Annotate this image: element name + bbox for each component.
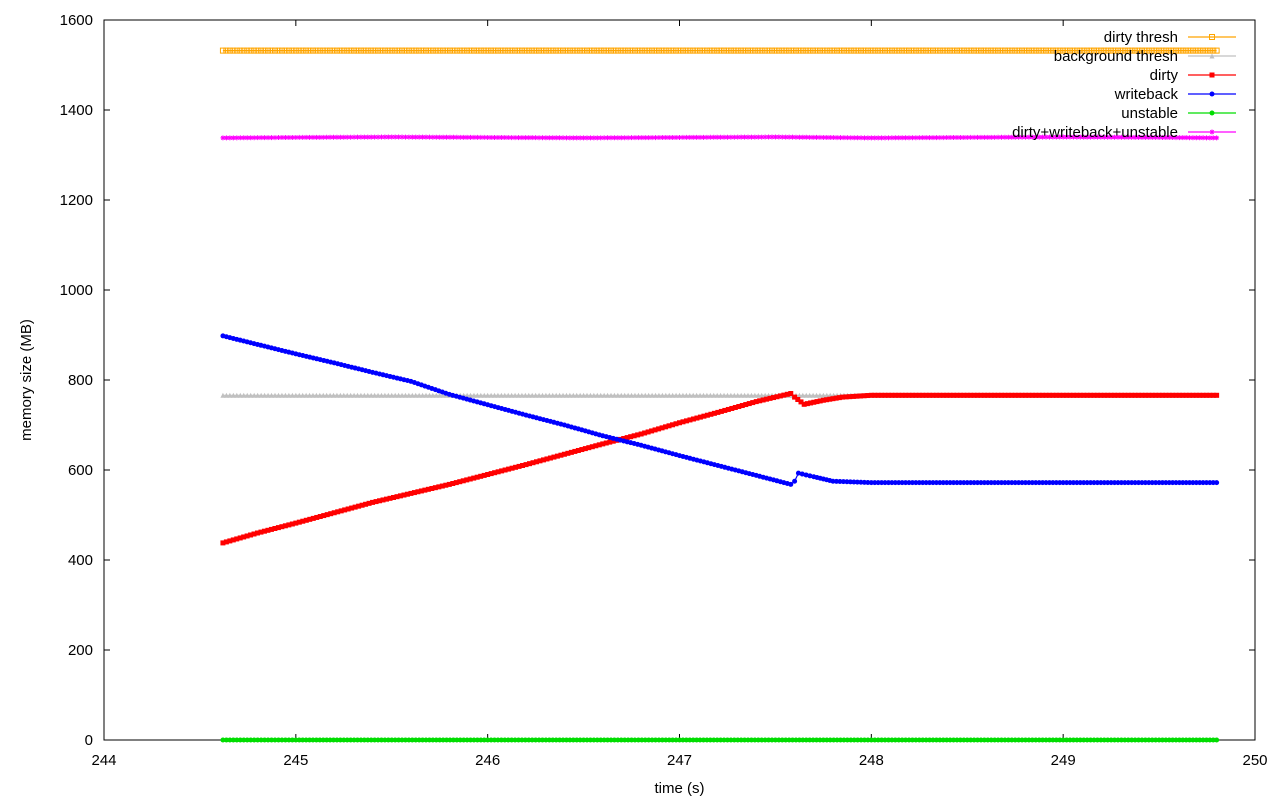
legend-label: dirty thresh	[1104, 29, 1178, 46]
x-tick-label: 249	[1051, 752, 1076, 769]
line-chart: 244 245 246 247 248 249 250 0 200 400 600 800 1000 12…	[18, 12, 1268, 797]
legend-label: writeback	[1114, 86, 1179, 103]
x-tick-label: 244	[91, 752, 116, 769]
x-tick-label: 250	[1242, 752, 1267, 769]
y-tick-label: 800	[68, 372, 93, 389]
data-point	[1209, 129, 1215, 135]
legend-label: unstable	[1121, 105, 1178, 122]
y-tick-label: 600	[68, 462, 93, 479]
data-point	[792, 478, 798, 484]
x-tick-label: 246	[475, 752, 500, 769]
series-layer	[219, 47, 1220, 743]
data-point	[1214, 737, 1220, 743]
data-point	[1209, 91, 1215, 97]
data-point	[788, 481, 794, 487]
data-point	[1214, 392, 1220, 398]
y-tick-label: 1400	[60, 102, 93, 119]
x-tick-label: 245	[283, 752, 308, 769]
y-tick-label: 1000	[60, 282, 93, 299]
data-point	[1209, 72, 1215, 78]
y-tick-label: 0	[85, 732, 93, 749]
series-unstable	[220, 737, 1220, 743]
chart-container: 244 245 246 247 248 249 250 0 200 400 600 800 1000 12…	[0, 0, 1280, 800]
legend-label: dirty	[1150, 67, 1179, 84]
y-tick-label: 400	[68, 552, 93, 569]
x-axis-title: time (s)	[655, 780, 705, 797]
y-tick-label: 1200	[60, 192, 93, 209]
x-tick-label: 248	[859, 752, 884, 769]
x-tick-label: 247	[667, 752, 692, 769]
data-point	[1214, 135, 1220, 141]
legend-label: dirty+writeback+unstable	[1012, 124, 1178, 141]
y-tick-label: 1600	[60, 12, 93, 29]
y-tick-label: 200	[68, 642, 93, 659]
data-point	[1209, 110, 1215, 116]
legend-label: background thresh	[1054, 48, 1178, 65]
legend: dirty thresh background thresh dirty writeb…	[1012, 29, 1236, 141]
y-axis-title: memory size (MB)	[18, 319, 35, 441]
data-point	[1214, 480, 1220, 486]
